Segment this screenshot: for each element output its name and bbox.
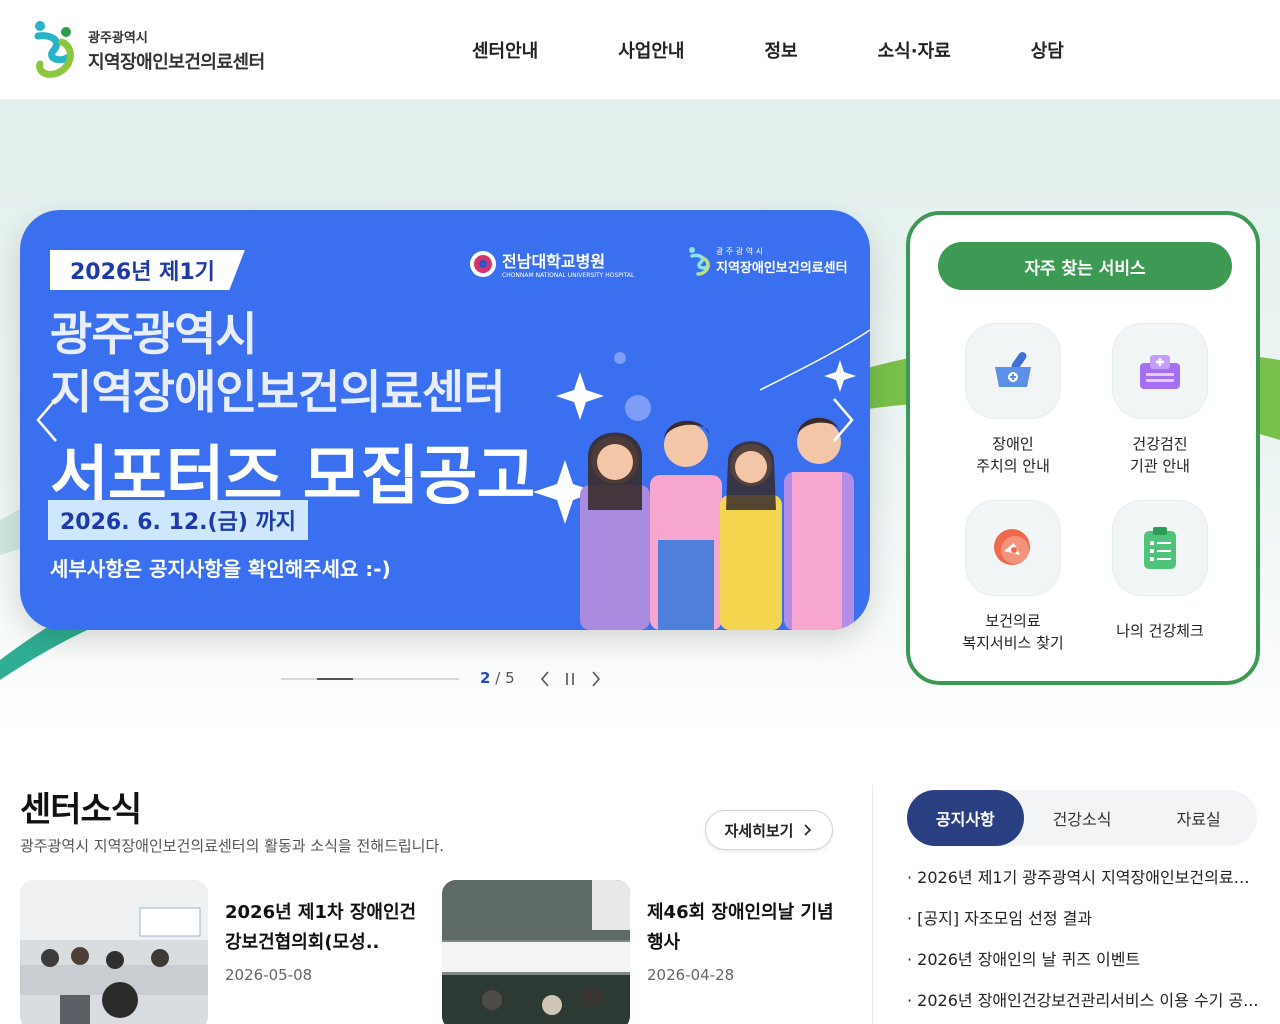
logo-title: 지역장애인보건의료센터 bbox=[88, 51, 265, 73]
nav-business-info[interactable]: 사업안내 bbox=[618, 37, 684, 63]
hospital-emblem-icon bbox=[470, 250, 496, 277]
banner-deadline: 2026. 6. 12.(금) 까지 bbox=[48, 500, 309, 540]
news-section-subtitle: 광주광역시 지역장애인보건의료센터의 활동과 소식을 전해드립니다. bbox=[20, 837, 445, 855]
service-label: 보건의료 복지서비스 찾기 bbox=[962, 612, 1064, 652]
news-card-date: 2026-05-08 bbox=[225, 966, 313, 984]
slider-prev-icon[interactable] bbox=[537, 668, 553, 690]
partner-hospital-name: 전남대학교병원 bbox=[502, 252, 606, 271]
hospital-building-icon bbox=[1112, 323, 1208, 419]
slider-page-indicator: 2 / 5 bbox=[480, 669, 515, 687]
partner-hospital-english: CHONNAM NATIONAL UNIVERSITY HOSPITAL bbox=[502, 272, 635, 279]
chevron-right-icon bbox=[803, 824, 811, 836]
service-health-checkup[interactable]: 건강검진 기관 안내 bbox=[1090, 323, 1230, 477]
site-header: 광주광역시 지역장애인보건의료센터 센터안내 사업안내 정보 소식·자료 상담 bbox=[0, 0, 1280, 100]
slider-progress-bar bbox=[281, 678, 459, 680]
news-card[interactable]: 2026년 제1차 장애인건강보건협의회(모성.. 2026-05-08 bbox=[20, 880, 420, 1024]
service-welfare-search[interactable]: 보건의료 복지서비스 찾기 bbox=[943, 500, 1083, 654]
service-label: 장애인 주치의 안내 bbox=[976, 435, 1050, 475]
partner-logo-hospital: 전남대학교병원 CHONNAM NATIONAL UNIVERSITY HOSP… bbox=[468, 248, 634, 279]
banner-period-tag: 2026년 제1기 bbox=[50, 250, 245, 290]
view-more-button[interactable]: 자세히보기 bbox=[705, 810, 833, 850]
logo-small-text: 광주광역시 bbox=[88, 30, 148, 46]
list-item[interactable]: · 2026년 장애인건강보건관리서비스 이용 수기 공... bbox=[907, 989, 1262, 1024]
news-thumbnail bbox=[20, 880, 208, 1024]
site-logo[interactable]: 광주광역시 지역장애인보건의료센터 bbox=[32, 18, 282, 82]
banner-title-line1: 광주광역시 bbox=[50, 307, 258, 361]
news-card-date: 2026-04-28 bbox=[647, 966, 735, 984]
section-divider bbox=[872, 785, 873, 1024]
nav-center-info[interactable]: 센터안내 bbox=[472, 37, 538, 63]
partner-center-small: 광 주 광 역 시 bbox=[716, 247, 763, 256]
service-label: 건강검진 기관 안내 bbox=[1130, 435, 1190, 475]
slider-progress-fill bbox=[317, 678, 353, 680]
nav-information[interactable]: 정보 bbox=[765, 37, 798, 63]
tab-notices[interactable]: 공지사항 bbox=[907, 790, 1024, 846]
notice-tabs: 공지사항 건강소식 자료실 bbox=[907, 790, 1257, 846]
search-pin-icon bbox=[965, 500, 1061, 596]
partner-logo-center: 광 주 광 역 시 지역장애인보건의료센터 bbox=[688, 246, 848, 276]
hero-banner[interactable]: 2026년 제1기 광주광역시 지역장애인보건의료센터 서포터즈 모집공고 20… bbox=[20, 210, 870, 630]
news-thumbnail bbox=[442, 880, 630, 1024]
service-label: 나의 건강체크 bbox=[1116, 622, 1204, 640]
center-logo-mark-icon bbox=[689, 247, 710, 276]
tab-resources[interactable]: 자료실 bbox=[1140, 790, 1257, 846]
banner-next-arrow-icon[interactable] bbox=[828, 395, 858, 445]
notice-list: · 2026년 제1기 광주광역시 지역장애인보건의료센... · [공지] 자… bbox=[907, 866, 1262, 1024]
medicine-mortar-icon bbox=[965, 323, 1061, 419]
list-item[interactable]: · 2026년 제1기 광주광역시 지역장애인보건의료센... bbox=[907, 866, 1262, 907]
tab-health-news[interactable]: 건강소식 bbox=[1024, 790, 1141, 846]
slider-next-icon[interactable] bbox=[588, 668, 604, 690]
quick-services-title: 자주 찾는 서비스 bbox=[938, 242, 1232, 290]
news-section-title: 센터소식 bbox=[20, 790, 142, 830]
list-item[interactable]: · 2026년 장애인의 날 퀴즈 이벤트 bbox=[907, 948, 1262, 989]
view-more-label: 자세히보기 bbox=[724, 821, 794, 840]
nav-news-resources[interactable]: 소식·자료 bbox=[878, 37, 951, 63]
service-health-check[interactable]: 나의 건강체크 bbox=[1090, 500, 1230, 642]
slider-page-separator: / bbox=[495, 669, 501, 687]
news-card-title: 2026년 제1차 장애인건강보건협의회(모성.. bbox=[225, 902, 417, 953]
list-item[interactable]: · [공지] 자조모임 선정 결과 bbox=[907, 907, 1262, 948]
nav-counseling[interactable]: 상담 bbox=[1031, 37, 1064, 63]
slider-pause-icon[interactable] bbox=[562, 668, 578, 690]
banner-title-line2: 지역장애인보건의료센터 bbox=[50, 365, 506, 419]
quick-services-panel: 자주 찾는 서비스 장애인 주치의 안내 건강검진 기관 안내 보건의료 복지서… bbox=[906, 211, 1260, 685]
clipboard-checklist-icon bbox=[1112, 500, 1208, 596]
news-card-title: 제46회 장애인의날 기념행사 bbox=[647, 902, 834, 953]
service-primary-doctor[interactable]: 장애인 주치의 안내 bbox=[943, 323, 1083, 477]
news-card[interactable]: 제46회 장애인의날 기념행사 2026-04-28 bbox=[442, 880, 842, 1024]
main-nav: 센터안내 사업안내 정보 소식·자료 상담 bbox=[430, 0, 1064, 100]
logo-mark-icon bbox=[32, 18, 80, 82]
slider-total-pages: 5 bbox=[505, 669, 515, 687]
banner-note: 세부사항은 공지사항을 확인해주세요 :-) bbox=[50, 557, 391, 581]
partner-center-name: 지역장애인보건의료센터 bbox=[716, 261, 848, 276]
banner-prev-arrow-icon[interactable] bbox=[32, 395, 62, 445]
slider-current-page: 2 bbox=[480, 669, 491, 687]
